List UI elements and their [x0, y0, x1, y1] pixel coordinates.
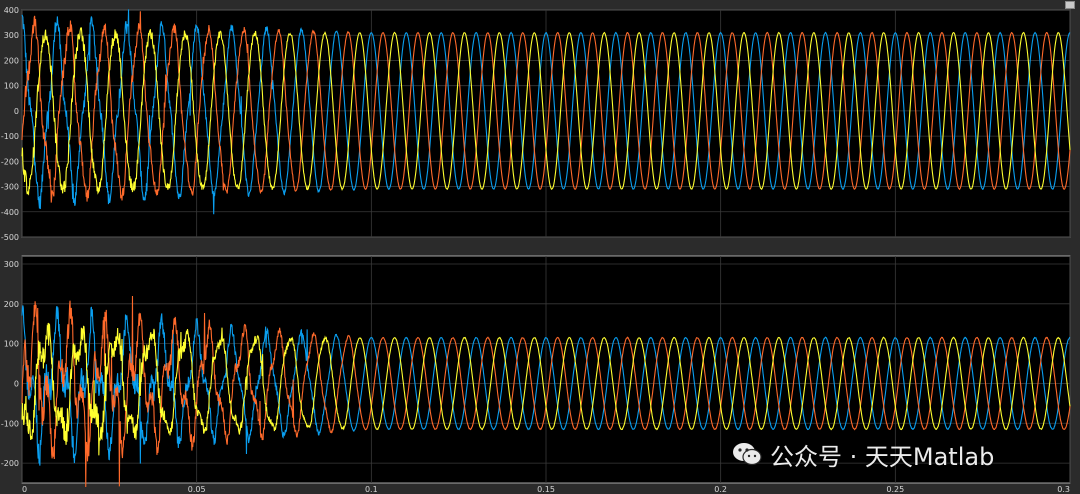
wechat-icon [733, 443, 762, 466]
y-tick-label: -100 [1, 419, 19, 428]
x-tick-label: 0.05 [188, 485, 206, 494]
scope-panel-1: 400 300 200 100 0 -100 -200 -300 -400 -500 [1, 6, 1071, 242]
y-tick-label: -500 [1, 233, 19, 242]
y-tick-label: -200 [1, 459, 19, 468]
y-tick-label: 0 [14, 379, 19, 388]
y-tick-label: -300 [1, 183, 19, 192]
y-tick-label: -100 [1, 132, 19, 141]
y-tick-label: -200 [1, 157, 19, 166]
y-tick-label: 200 [4, 300, 19, 309]
y-tick-label: 100 [4, 340, 19, 349]
x-tick-label: 0.2 [714, 485, 727, 494]
y-tick-label: 0 [14, 107, 19, 116]
x-tick-label: 0.1 [365, 485, 378, 494]
x-tick-label: 0.15 [537, 485, 555, 494]
y-tick-label: 300 [4, 31, 19, 40]
scope-figure: 400 300 200 100 0 -100 -200 -300 -400 -500 300 200 1… [1, 6, 1071, 494]
y-tick-label: 400 [4, 6, 19, 15]
y-tick-label: 100 [4, 82, 19, 91]
y-tick-label: 200 [4, 56, 19, 65]
y-tick-label: 300 [4, 260, 19, 269]
watermark: 公众号 · 天天Matlab [732, 436, 994, 472]
x-tick-label: 0 [22, 485, 27, 494]
y-tick-label: -400 [1, 208, 19, 217]
x-tick-label: 0.3 [1057, 485, 1070, 494]
x-tick-label: 0.25 [886, 485, 904, 494]
watermark-text: 公众号 · 天天Matlab [770, 442, 995, 471]
restore-icon[interactable] [1065, 1, 1075, 9]
